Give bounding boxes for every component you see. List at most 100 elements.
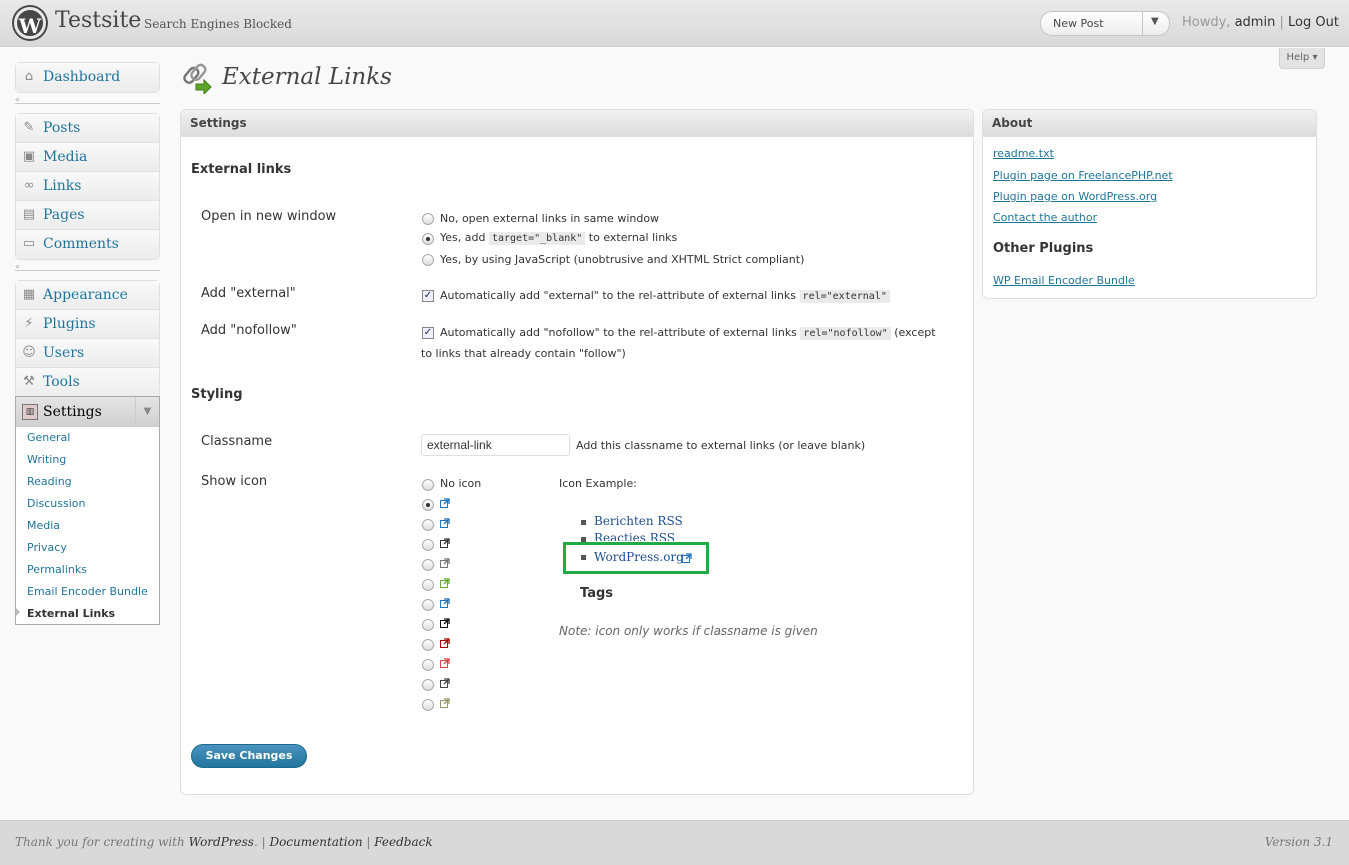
menu-item-plugins[interactable]: ⚡ Plugins (16, 310, 159, 339)
link-contact-author[interactable]: Contact the author (993, 211, 1097, 224)
footer-feedback-link[interactable]: Feedback (374, 835, 432, 849)
menu-item-label[interactable]: Settings (43, 404, 102, 420)
radio-icon-option[interactable] (422, 619, 434, 631)
submenu-email-encoder-bundle[interactable]: Email Encoder Bundle (27, 585, 148, 598)
submenu-writing[interactable]: Writing (27, 453, 66, 466)
option-text: Automatically add "nofollow" to the rel-… (440, 326, 797, 339)
settings-postbox-title[interactable]: Settings (181, 110, 973, 137)
radio-icon-option[interactable] (422, 639, 434, 651)
other-plugins-heading: Other Plugins (993, 241, 1094, 256)
external-link-icon (440, 598, 450, 608)
menu-collapse-handle[interactable]: « (15, 96, 160, 104)
link-readme[interactable]: readme.txt (993, 147, 1054, 160)
menu-item-label[interactable]: Posts (43, 120, 80, 136)
classname-label: Classname (201, 434, 273, 449)
link-plugin-wordpress-org[interactable]: Plugin page on WordPress.org (993, 190, 1157, 203)
menu-item-label[interactable]: Media (43, 149, 87, 165)
menu-item-label[interactable]: Tools (43, 374, 80, 390)
option-text: Yes, add (440, 231, 486, 244)
menu-item-label[interactable]: Dashboard (43, 69, 120, 85)
radio-same-window[interactable] (422, 213, 434, 225)
footer-documentation-link[interactable]: Documentation (269, 835, 362, 849)
menu-item-pages[interactable]: ▤ Pages (16, 201, 159, 230)
menu-item-comments[interactable]: ▭ Comments (16, 230, 159, 259)
radio-javascript[interactable] (422, 254, 434, 266)
submenu-external-links[interactable]: External Links (27, 607, 115, 620)
menu-item-label[interactable]: Users (43, 345, 84, 361)
page-title: External Links (222, 64, 392, 90)
save-changes-button[interactable]: Save Changes (191, 744, 307, 768)
radio-icon-option[interactable] (422, 499, 434, 511)
username-link[interactable]: admin (1235, 15, 1276, 30)
radio-no-icon[interactable] (422, 479, 434, 491)
menu-item-users[interactable]: ☺ Users (16, 339, 159, 368)
menu-item-links[interactable]: ∞ Links (16, 172, 159, 201)
external-link-icon (440, 518, 450, 528)
radio-icon-option[interactable] (422, 679, 434, 691)
pushpin-icon: ✎ (23, 120, 35, 135)
code-rel-external: rel="external" (799, 290, 890, 303)
site-title[interactable]: Testsite (55, 8, 141, 33)
radio-icon-option[interactable] (422, 659, 434, 671)
radio-icon-option[interactable] (422, 559, 434, 571)
radio-icon-option[interactable] (422, 519, 434, 531)
submenu-general[interactable]: General (27, 431, 70, 444)
submenu-permalinks[interactable]: Permalinks (27, 563, 87, 576)
settings-sliders-icon: ▥ (22, 404, 38, 420)
radio-icon-option[interactable] (422, 699, 434, 711)
external-link-icon (440, 618, 450, 628)
menu-collapse-handle[interactable]: « (15, 263, 160, 271)
chevron-down-icon[interactable]: ▼ (135, 397, 159, 426)
radio-target-blank[interactable] (422, 233, 434, 245)
submenu-media[interactable]: Media (27, 519, 60, 532)
link-wp-email-encoder-bundle[interactable]: WP Email Encoder Bundle (993, 274, 1135, 287)
menu-item-label[interactable]: Comments (43, 236, 119, 252)
example-link-reacties-rss[interactable]: Reacties RSS (594, 531, 675, 541)
menu-item-settings[interactable]: ▥ Settings ▼ (16, 397, 159, 427)
external-links-plugin-icon (183, 63, 212, 94)
footer-wordpress-link[interactable]: WordPress (189, 835, 254, 849)
radio-icon-option[interactable] (422, 579, 434, 591)
checkbox-add-nofollow[interactable]: ✓ (422, 327, 434, 339)
current-page-arrow-icon (16, 608, 20, 616)
menu-item-label[interactable]: Pages (43, 207, 85, 223)
classname-help: Add this classname to external links (or… (576, 439, 866, 452)
help-tab[interactable]: Help ▾ (1279, 48, 1325, 69)
external-link-icon (440, 558, 450, 568)
about-postbox: About (982, 109, 1317, 299)
about-postbox-title[interactable]: About (983, 110, 1316, 137)
menu-item-media[interactable]: ▣ Media (16, 143, 159, 172)
menu-item-appearance[interactable]: ▦ Appearance (16, 281, 159, 310)
submenu-privacy[interactable]: Privacy (27, 541, 67, 554)
menu-item-label[interactable]: Appearance (43, 287, 128, 303)
user-info-separator: | (1279, 15, 1284, 30)
option-text: Automatically add "external" to the rel-… (440, 289, 797, 302)
submenu-discussion[interactable]: Discussion (27, 497, 86, 510)
classname-input[interactable] (421, 434, 570, 456)
favorite-actions-label[interactable]: New Post (1053, 17, 1104, 30)
add-external-description: Automatically add "external" to the rel-… (440, 289, 890, 303)
logout-link[interactable]: Log Out (1288, 15, 1339, 30)
menu-item-posts[interactable]: ✎ Posts (16, 114, 159, 143)
menu-item-tools[interactable]: ⚒ Tools (16, 368, 159, 397)
checkbox-add-external[interactable]: ✓ (422, 290, 434, 302)
help-label[interactable]: Help (1286, 52, 1309, 63)
wordpress-logo-icon[interactable]: W (14, 7, 46, 39)
menu-item-dashboard[interactable]: ⌂ Dashboard (16, 63, 159, 92)
chevron-down-icon[interactable]: ▼ (1151, 16, 1159, 27)
example-link-berichten-rss[interactable]: Berichten RSS (594, 514, 683, 528)
favorite-actions-dropdown[interactable]: New Post ▼ (1040, 11, 1170, 36)
radio-icon-option[interactable] (422, 599, 434, 611)
menu-item-label[interactable]: Links (43, 178, 81, 194)
howdy-text: Howdy, (1182, 15, 1231, 30)
admin-footer: Thank you for creating with WordPress. |… (0, 820, 1349, 865)
option-text: to external links (588, 231, 678, 244)
section-heading-external-links: External links (191, 162, 292, 177)
footer-version: Version 3.1 (1264, 835, 1333, 849)
link-plugin-freelancephp[interactable]: Plugin page on FreelancePHP.net (993, 169, 1173, 182)
radio-target-blank-label: Yes, add target="_blank" to external lin… (440, 231, 678, 245)
radio-icon-option[interactable] (422, 539, 434, 551)
menu-item-label[interactable]: Plugins (43, 316, 96, 332)
submenu-reading[interactable]: Reading (27, 475, 72, 488)
external-link-icon (440, 538, 450, 548)
